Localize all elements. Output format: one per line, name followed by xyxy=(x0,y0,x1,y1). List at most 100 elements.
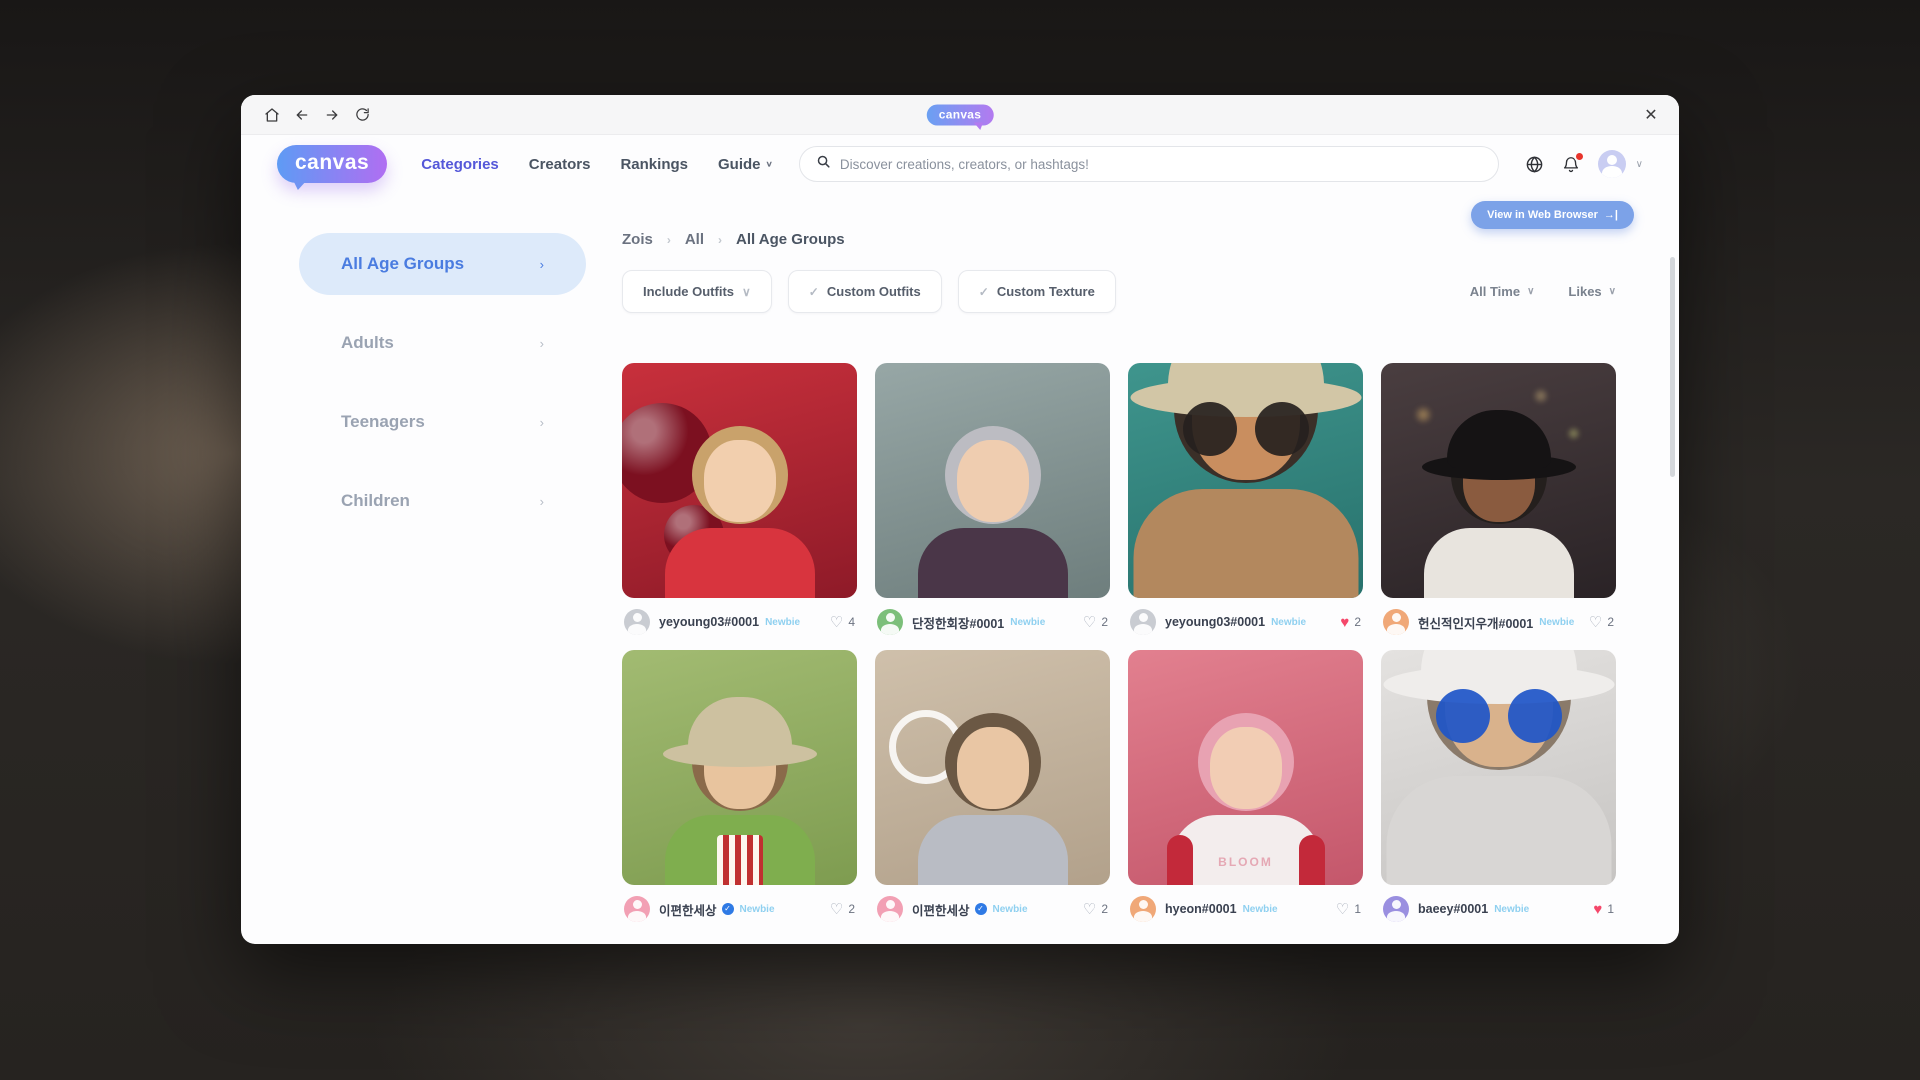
custom-texture-filter[interactable]: ✓ Custom Texture xyxy=(958,270,1116,313)
user-avatar[interactable] xyxy=(877,609,903,635)
custom-outfits-filter[interactable]: ✓ Custom Outfits xyxy=(788,270,942,313)
creation-image[interactable] xyxy=(1128,363,1363,598)
home-icon[interactable] xyxy=(257,101,287,129)
like-icon[interactable]: ♡ xyxy=(1083,902,1096,917)
globe-icon[interactable] xyxy=(1525,155,1544,174)
user-name[interactable]: 단정한회장#0001 xyxy=(912,613,1004,632)
canvas-logo[interactable]: canvas xyxy=(277,145,387,183)
arrow-to-bar-icon: →| xyxy=(1604,209,1618,221)
verified-icon: ✓ xyxy=(975,903,987,915)
hat xyxy=(1421,650,1577,686)
like-count: 2 xyxy=(848,902,855,916)
profile-avatar[interactable] xyxy=(1598,150,1626,178)
hat xyxy=(1168,363,1324,399)
avatar-body xyxy=(1424,528,1574,598)
chevron-down-icon: ∨ xyxy=(1609,286,1616,297)
like-icon[interactable]: ♡ xyxy=(830,615,843,630)
breadcrumb-all[interactable]: All xyxy=(685,231,704,248)
sidebar-item-teenagers[interactable]: Teenagers› xyxy=(299,391,586,453)
creation-image[interactable] xyxy=(622,363,857,598)
user-avatar[interactable] xyxy=(1383,896,1409,922)
forward-icon[interactable] xyxy=(317,101,347,129)
user-badge: Newbie xyxy=(1010,617,1045,628)
user-badge: Newbie xyxy=(993,904,1028,915)
creation-card: yeyoung03#0001 ✓ Newbie ♡ 4 xyxy=(622,363,857,646)
bell-icon[interactable] xyxy=(1562,155,1580,174)
check-icon: ✓ xyxy=(809,285,819,299)
user-name[interactable]: 이편한세상 xyxy=(912,900,970,919)
like-icon[interactable]: ♡ xyxy=(830,902,843,917)
chevron-down-icon[interactable]: ∨ xyxy=(1636,159,1643,170)
search-bar[interactable] xyxy=(799,146,1499,182)
time-filter-dropdown[interactable]: All Time ∨ xyxy=(1470,284,1535,299)
creation-image[interactable] xyxy=(1381,650,1616,885)
like-icon[interactable]: ♥ xyxy=(1340,615,1349,630)
user-avatar[interactable] xyxy=(1130,609,1156,635)
creations-grid: yeyoung03#0001 ✓ Newbie ♡ 4 xyxy=(622,363,1616,933)
user-avatar[interactable] xyxy=(1383,609,1409,635)
user-name[interactable]: hyeon#0001 xyxy=(1165,902,1237,916)
creation-image[interactable] xyxy=(622,650,857,885)
avatar-figure xyxy=(898,406,1088,598)
creation-card: baeey#0001 ✓ Newbie ♥ 1 xyxy=(1381,650,1616,933)
avatar[interactable] xyxy=(1598,150,1626,178)
chevron-right-icon: › xyxy=(540,336,544,351)
user-badge: Newbie xyxy=(1243,904,1278,915)
avatar-head xyxy=(704,440,776,522)
nav-link-creators[interactable]: Creators xyxy=(529,156,591,173)
avatar-body xyxy=(1386,776,1611,885)
chevron-right-icon: › xyxy=(667,233,671,247)
sidebar-item-all-age-groups[interactable]: All Age Groups› xyxy=(299,233,586,295)
creation-image[interactable] xyxy=(875,363,1110,598)
scrollbar[interactable] xyxy=(1670,257,1675,477)
creation-image[interactable] xyxy=(875,650,1110,885)
nav-links: Categories Creators Rankings Guide∨ xyxy=(421,156,773,173)
nav-link-rankings[interactable]: Rankings xyxy=(620,156,688,173)
include-outfits-filter[interactable]: Include Outfits ∨ xyxy=(622,270,772,313)
card-footer: 헌신적인지우개#0001 ✓ Newbie ♡ 2 xyxy=(1381,598,1616,646)
user-name[interactable]: yeyoung03#0001 xyxy=(659,615,759,629)
avatar-figure xyxy=(645,406,835,598)
card-footer: yeyoung03#0001 ✓ Newbie ♡ 4 xyxy=(622,598,857,646)
user-avatar[interactable] xyxy=(877,896,903,922)
chevron-down-icon: ∨ xyxy=(1527,286,1534,297)
creation-image[interactable]: BLOOM xyxy=(1128,650,1363,885)
like-icon[interactable]: ♡ xyxy=(1589,615,1602,630)
close-icon[interactable]: ✕ xyxy=(1637,101,1665,129)
avatar-figure xyxy=(645,693,835,885)
card-footer: baeey#0001 ✓ Newbie ♥ 1 xyxy=(1381,885,1616,933)
refresh-icon[interactable] xyxy=(347,101,377,129)
user-badge: Newbie xyxy=(1271,617,1306,628)
card-footer: 이편한세상 ✓ Newbie ♡ 2 xyxy=(622,885,857,933)
user-avatar[interactable] xyxy=(624,609,650,635)
breadcrumb-zois[interactable]: Zois xyxy=(622,231,653,248)
like-icon[interactable]: ♡ xyxy=(1336,902,1349,917)
like-icon[interactable]: ♡ xyxy=(1083,615,1096,630)
like-icon[interactable]: ♥ xyxy=(1593,902,1602,917)
like-count: 2 xyxy=(1101,902,1108,916)
creation-image[interactable] xyxy=(1381,363,1616,598)
sidebar-item-children[interactable]: Children› xyxy=(299,470,586,532)
nav-link-guide[interactable]: Guide∨ xyxy=(718,156,773,173)
user-name[interactable]: baeey#0001 xyxy=(1418,902,1488,916)
avatar-body xyxy=(918,528,1068,598)
user-badge: Newbie xyxy=(740,904,775,915)
view-in-web-browser-button[interactable]: View in Web Browser →| xyxy=(1471,201,1634,229)
sidebar-item-adults[interactable]: Adults› xyxy=(299,312,586,374)
sort-by-dropdown[interactable]: Likes ∨ xyxy=(1568,284,1616,299)
user-name[interactable]: 이편한세상 xyxy=(659,900,717,919)
chevron-right-icon: › xyxy=(540,494,544,509)
like-count: 2 xyxy=(1101,615,1108,629)
titlebar: canvas ✕ xyxy=(241,95,1679,135)
creation-card: BLOOM hyeon#0001 ✓ Newbie ♡ 1 xyxy=(1128,650,1363,933)
user-name[interactable]: yeyoung03#0001 xyxy=(1165,615,1265,629)
user-avatar[interactable] xyxy=(1130,896,1156,922)
nav-link-categories[interactable]: Categories xyxy=(421,156,499,173)
chevron-down-icon: ∨ xyxy=(766,160,773,169)
avatar-head xyxy=(957,440,1029,522)
back-icon[interactable] xyxy=(287,101,317,129)
user-name[interactable]: 헌신적인지우개#0001 xyxy=(1418,613,1533,632)
user-avatar[interactable] xyxy=(624,896,650,922)
creation-card: 단정한회장#0001 ✓ Newbie ♡ 2 xyxy=(875,363,1110,646)
search-input[interactable] xyxy=(840,157,1482,172)
